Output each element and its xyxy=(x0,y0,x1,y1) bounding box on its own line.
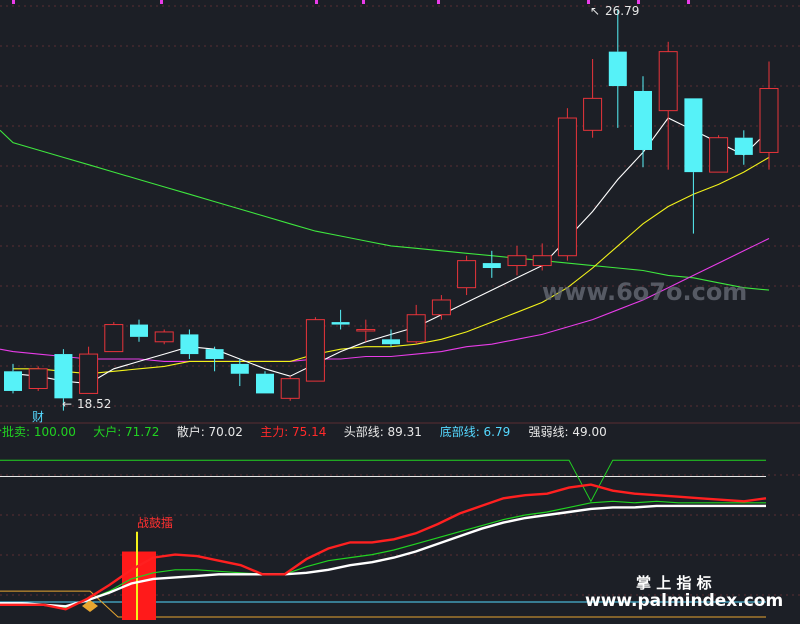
high-price-label: 26.79 xyxy=(605,4,639,18)
candle-body-down xyxy=(54,354,73,399)
period-marker xyxy=(362,0,365,4)
candle-body-up xyxy=(305,319,325,382)
candle-body-up xyxy=(658,51,678,112)
watermark-bottom-url: www.palmindex.com xyxy=(585,591,783,611)
legend-item: 强弱线: 49.00 xyxy=(529,425,607,439)
candle-body-up xyxy=(104,324,124,353)
chart-background xyxy=(0,0,800,624)
candle-body-up xyxy=(356,328,376,332)
candle-body-down xyxy=(331,322,350,325)
candle xyxy=(79,346,99,394)
candle-body-up xyxy=(431,299,451,316)
legend-item: 分批卖: 100.00 xyxy=(0,424,76,439)
candle-body-up xyxy=(28,368,48,389)
candle xyxy=(557,108,577,261)
candle-body-up xyxy=(532,255,552,267)
legend-item: 主力: 75.14 xyxy=(260,425,326,439)
candle xyxy=(154,329,174,345)
candle-body-down xyxy=(634,90,652,150)
candle-body-down xyxy=(382,339,400,345)
candle-body-down xyxy=(256,373,274,394)
candle-body-up xyxy=(583,97,603,131)
watermark-top: www.6o7o.com xyxy=(542,278,747,306)
signal-label: 战鼓擂 xyxy=(137,516,173,530)
candle-body-up xyxy=(79,353,99,394)
stock-chart: 26.79 ↖ ← 18.52 财 www.6o7o.com 分批卖: 100.… xyxy=(0,0,800,624)
period-marker xyxy=(437,0,440,4)
candle-body-up xyxy=(406,314,426,343)
period-marker xyxy=(315,0,318,4)
candle-body-down xyxy=(130,324,148,337)
legend-item: 散户: 70.02 xyxy=(177,424,243,439)
candle-body-down xyxy=(230,363,249,374)
legend-item: 头部线: 89.31 xyxy=(344,424,422,439)
candle-body-up xyxy=(280,378,300,399)
candle xyxy=(256,371,274,394)
candle-body-up xyxy=(154,331,174,343)
candle-body-up xyxy=(507,255,527,267)
candle-body-down xyxy=(684,98,703,173)
cai-marker-label: 财 xyxy=(32,410,44,424)
candle-body-up xyxy=(709,137,729,173)
candle-body-up xyxy=(557,117,577,257)
candle-body-up xyxy=(457,260,477,289)
low-price-arrow: ← xyxy=(62,397,72,411)
candle xyxy=(28,366,48,391)
watermark-bottom-cn: 掌 上 指 标 xyxy=(636,574,712,592)
legend-item: 大户: 71.72 xyxy=(93,424,159,439)
candle-body-down xyxy=(180,334,199,355)
candle-body-up xyxy=(759,88,779,153)
period-marker xyxy=(687,0,690,4)
candle xyxy=(104,322,124,353)
candle xyxy=(709,135,729,173)
candle xyxy=(280,376,300,401)
period-marker xyxy=(12,0,15,4)
high-price-arrow: ↖ xyxy=(590,4,600,18)
period-marker xyxy=(160,0,163,4)
candle-body-down xyxy=(608,51,627,87)
candle xyxy=(305,317,325,382)
candle-body-down xyxy=(734,137,753,155)
candle-body-down xyxy=(4,371,22,391)
low-price-label: 18.52 xyxy=(77,397,111,411)
candle-body-down xyxy=(205,349,224,359)
candle-body-down xyxy=(482,263,501,269)
legend-item: 底部线: 6.79 xyxy=(440,424,511,439)
